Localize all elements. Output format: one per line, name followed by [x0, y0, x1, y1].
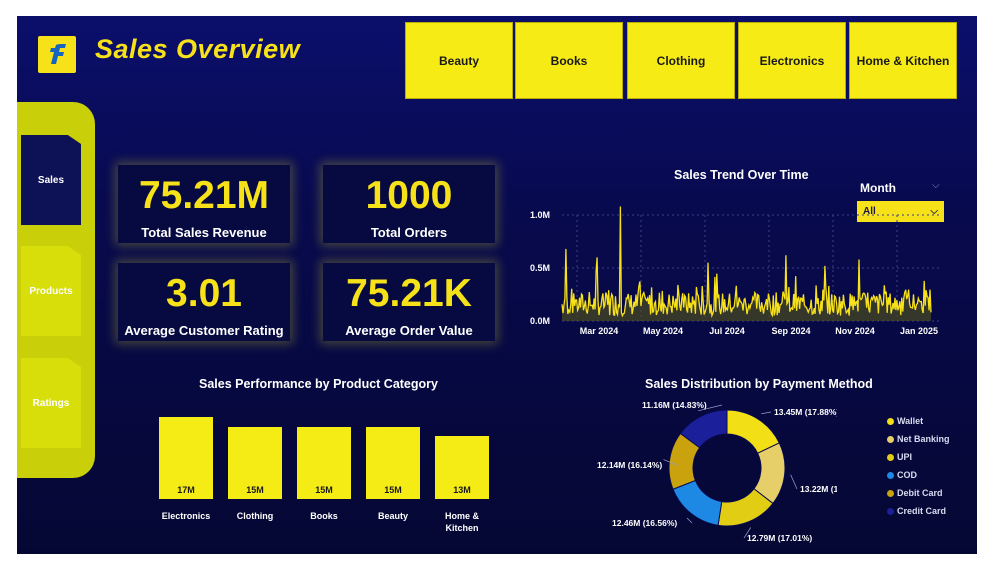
- bar-category-label: Books: [310, 511, 338, 521]
- kpi-average-order-value: 75.21K Average Order Value: [323, 263, 495, 341]
- trend-chart-title: Sales Trend Over Time: [674, 168, 809, 182]
- nav-ratings[interactable]: Ratings: [21, 358, 81, 448]
- flipkart-logo-icon: [38, 36, 76, 73]
- legend-color-dot: [887, 417, 894, 425]
- kpi-value: 1000: [365, 174, 453, 217]
- donut-slice-label: 12.79M (17.01%): [747, 533, 812, 543]
- granularity-label: Month: [860, 181, 896, 195]
- bar-value-label: 13M: [453, 485, 471, 495]
- legend-color-dot: [887, 435, 894, 443]
- bar-value-label: 17M: [177, 485, 195, 495]
- filter-books-button[interactable]: Books: [515, 22, 623, 99]
- legend-label: Wallet: [897, 416, 924, 426]
- legend-label: Net Banking: [897, 434, 950, 444]
- legend-item[interactable]: COD: [887, 470, 917, 480]
- legend-label: COD: [897, 470, 917, 480]
- trend-series-line: [561, 206, 932, 319]
- y-tick-label: 0.0M: [530, 316, 550, 326]
- legend-label: Debit Card: [897, 488, 943, 498]
- kpi-value: 75.21M: [138, 174, 270, 217]
- kpi-value: 75.21K: [346, 272, 472, 315]
- x-tick-label: May 2024: [643, 326, 683, 336]
- kpi-average-rating: 3.01 Average Customer Rating: [118, 263, 290, 341]
- bar-value-label: 15M: [246, 485, 264, 495]
- legend-item[interactable]: Wallet: [887, 416, 923, 426]
- trend-area: [562, 206, 931, 321]
- kpi-label: Average Order Value: [345, 323, 473, 338]
- kpi-label: Total Orders: [370, 225, 448, 240]
- page-title: Sales Overview: [95, 34, 301, 64]
- legend-label: Credit Card: [897, 506, 947, 516]
- bar-category-label: Home & Kitchen: [444, 511, 479, 533]
- bar-value-label: 15M: [384, 485, 402, 495]
- legend-item[interactable]: Debit Card: [887, 488, 943, 498]
- nav-sales[interactable]: Sales: [21, 135, 81, 225]
- bar-value-label: 15M: [315, 485, 333, 495]
- kpi-label: Average Customer Rating: [124, 323, 284, 338]
- nav-products[interactable]: Products: [21, 246, 81, 336]
- x-tick-label: Sep 2024: [771, 326, 810, 336]
- filter-electronics-button[interactable]: Electronics: [738, 22, 846, 99]
- kpi-total-revenue: 75.21M Total Sales Revenue: [118, 165, 290, 243]
- donut-slice-label: 13.22M (17.58%): [800, 484, 837, 494]
- category-bar[interactable]: 15M: [228, 426, 282, 499]
- kpi-label: Total Sales Revenue: [141, 225, 267, 240]
- sales-trend-line-chart: 1.0M 0.5M 0.0M Mar 2024 May 2024 Jul 2024 Sep …: [530, 206, 939, 336]
- category-bar[interactable]: 15M: [297, 426, 351, 499]
- category-bar[interactable]: 17M: [159, 417, 213, 499]
- chevron-down-icon[interactable]: ⌵: [932, 180, 940, 191]
- payment-chart-title: Sales Distribution by Payment Method: [645, 377, 873, 391]
- payment-donut-chart: 13.45M (17.88%) 13.22M (17.58%) 12.79M (17…: [597, 400, 837, 543]
- dashboard-canvas: Sales Overview Beauty Books Clothing Ele…: [17, 16, 977, 554]
- category-bar[interactable]: 15M: [366, 426, 420, 499]
- filter-beauty-button[interactable]: Beauty: [405, 22, 513, 99]
- y-tick-label: 1.0M: [530, 210, 550, 220]
- x-tick-label: Nov 2024: [835, 326, 875, 336]
- bar-category-label: Clothing: [236, 511, 274, 521]
- legend-item[interactable]: Credit Card: [887, 506, 946, 516]
- donut-slice[interactable]: [672, 479, 723, 526]
- donut-slice-label: 11.16M (14.83%): [642, 400, 707, 410]
- sidebar: Sales Products Ratings: [17, 102, 95, 478]
- donut-slice-label: 13.45M (17.88%): [774, 407, 837, 417]
- legend-label: UPI: [897, 452, 913, 462]
- nav-ratings-label: Ratings: [32, 397, 70, 409]
- x-tick-label: Jul 2024: [709, 326, 745, 336]
- x-tick-label: Jan 2025: [900, 326, 938, 336]
- y-tick-label: 0.5M: [530, 263, 550, 273]
- donut-leader-line: [761, 411, 772, 415]
- donut-slice-label: 12.46M (16.56%): [612, 518, 677, 528]
- category-bar[interactable]: 13M: [435, 436, 489, 499]
- bar-category-label: Electronics: [161, 511, 211, 521]
- donut-leader-line: [686, 517, 693, 524]
- x-tick-label: Mar 2024: [580, 326, 619, 336]
- donut-slice-label: 12.14M (16.14%): [597, 460, 662, 470]
- filter-clothing-button[interactable]: Clothing: [627, 22, 735, 99]
- kpi-total-orders: 1000 Total Orders: [323, 165, 495, 243]
- kpi-value: 3.01: [166, 272, 242, 315]
- legend-item[interactable]: Net Banking: [887, 434, 950, 444]
- bar-category-label: Beauty: [377, 511, 408, 521]
- nav-sales-label: Sales: [37, 174, 65, 186]
- legend-color-dot: [887, 453, 894, 461]
- donut-leader-line: [790, 474, 798, 490]
- legend-color-dot: [887, 471, 894, 479]
- legend-color-dot: [887, 507, 894, 515]
- category-chart-title: Sales Performance by Product Category: [199, 377, 438, 391]
- legend-color-dot: [887, 489, 894, 497]
- legend-item[interactable]: UPI: [887, 452, 912, 462]
- filter-home-kitchen-button[interactable]: Home & Kitchen: [849, 22, 957, 99]
- nav-products-label: Products: [29, 285, 73, 297]
